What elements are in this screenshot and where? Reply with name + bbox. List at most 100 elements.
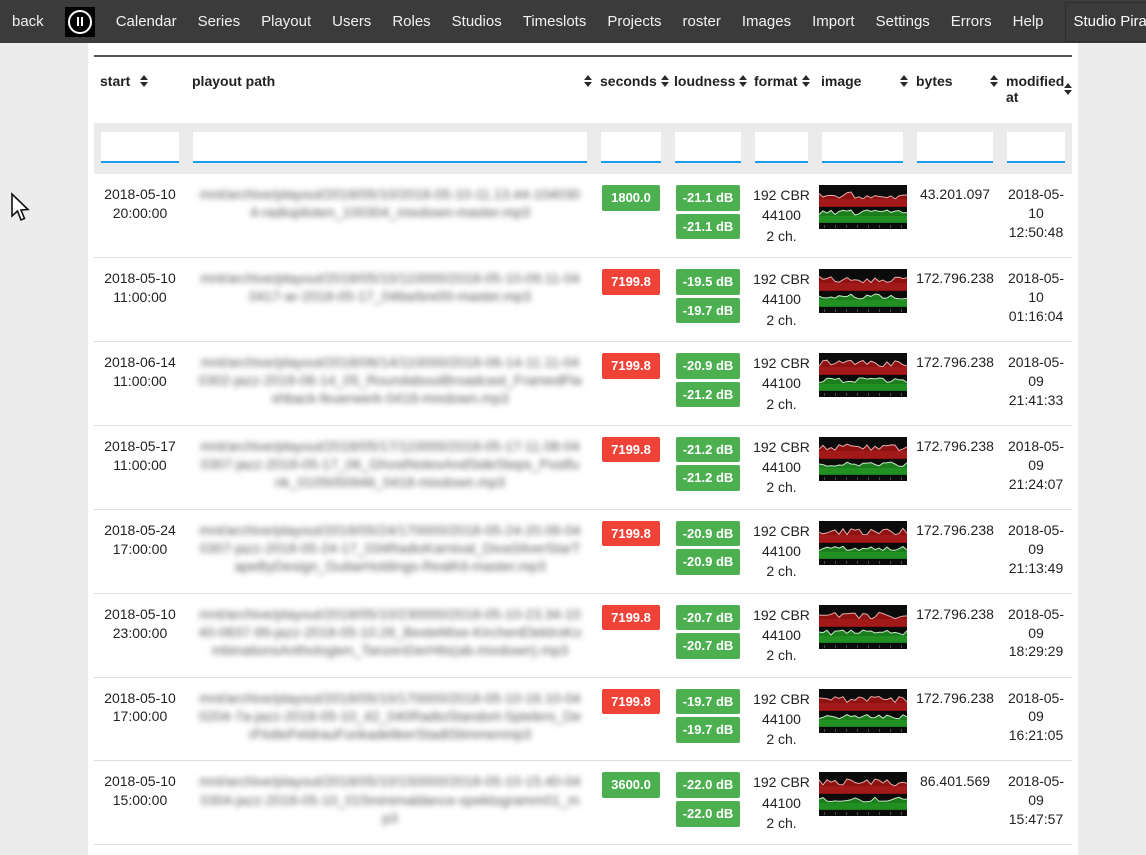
waveform-thumbnail[interactable]	[819, 521, 907, 570]
modified-date: 2018-05-09	[1003, 689, 1069, 727]
playout-path-cell: mnt/archive/playout/2018/06/14/110000/20…	[186, 341, 594, 425]
nav-item-users[interactable]: Users	[332, 13, 371, 30]
waveform-thumbnail[interactable]	[819, 269, 907, 318]
nav-item-roster[interactable]: roster	[683, 13, 721, 30]
format-cell: 192 CBR441002 ch.	[748, 593, 815, 677]
playout-table: start playout path seconds loudness form…	[94, 55, 1072, 855]
sort-icon[interactable]	[900, 75, 908, 87]
modified-time: 18:29:29	[1003, 642, 1069, 661]
format-cell: 192 CBR441002 ch.	[748, 845, 815, 855]
nav-item-settings[interactable]: Settings	[876, 13, 930, 30]
start-cell: 2018-05-10 15:00:00	[94, 761, 186, 845]
filter-input-bytes[interactable]	[917, 132, 993, 163]
studio-select-value: Studio Piradio	[1074, 13, 1146, 30]
image-cell	[815, 174, 910, 257]
filter-input-format[interactable]	[755, 132, 808, 163]
back-button[interactable]: back	[12, 13, 44, 30]
studio-select[interactable]: Studio Piradio	[1065, 2, 1146, 42]
sort-icon[interactable]	[1064, 83, 1072, 95]
pause-icon	[68, 10, 92, 34]
nav-item-errors[interactable]: Errors	[951, 13, 992, 30]
sort-icon[interactable]	[584, 75, 592, 87]
modified-date: 2018-05-09	[1003, 772, 1069, 810]
waveform-thumbnail[interactable]	[819, 185, 907, 234]
format-line: 2 ch.	[751, 310, 812, 330]
seconds-badge: 7199.8	[602, 353, 660, 379]
sort-icon[interactable]	[739, 75, 747, 87]
start-time: 17:00:00	[97, 540, 183, 559]
format-line: 2 ch.	[751, 394, 812, 414]
waveform-thumbnail[interactable]	[819, 353, 907, 402]
playout-path-cell: mnt/archive/playout/2018/05/24/170000/20…	[186, 509, 594, 593]
bytes-value: 86.401.569	[920, 773, 990, 789]
column-header-loudness[interactable]: loudness	[668, 56, 748, 123]
nav-item-playout[interactable]: Playout	[261, 13, 311, 30]
table-row: 2018-05-10 11:00:00 mnt/archive/playout/…	[94, 258, 1072, 342]
format-line: 192 CBR	[751, 772, 812, 792]
nav-item-calendar[interactable]: Calendar	[116, 13, 177, 30]
column-header-format[interactable]: format	[748, 56, 815, 123]
filter-input-modified-at[interactable]	[1007, 132, 1065, 163]
filter-input-playout-path[interactable]	[193, 132, 587, 163]
start-date: 2018-05-10	[97, 269, 183, 288]
nav-item-studios[interactable]: Studios	[452, 13, 502, 30]
start-cell: 2018-05-10 23:00:00	[94, 593, 186, 677]
nav-item-import[interactable]: Import	[812, 13, 855, 30]
format-line: 2 ch.	[751, 813, 812, 833]
sort-icon[interactable]	[802, 75, 810, 87]
nav-item-help[interactable]: Help	[1013, 13, 1044, 30]
loudness-badge: -22.0 dB	[676, 801, 740, 827]
waveform-thumbnail[interactable]	[819, 689, 907, 738]
image-cell	[815, 677, 910, 761]
modified-time: 21:24:07	[1003, 475, 1069, 494]
column-header-seconds[interactable]: seconds	[594, 56, 668, 123]
loudness-badge: -21.1 dB	[676, 214, 740, 240]
waveform-thumbnail[interactable]	[819, 437, 907, 486]
bytes-cell: 86.399.686	[910, 845, 1000, 855]
column-header-bytes[interactable]: bytes	[910, 56, 1000, 123]
bytes-cell: 172.796.238	[910, 258, 1000, 342]
bytes-cell: 172.796.238	[910, 509, 1000, 593]
format-line: 192 CBR	[751, 437, 812, 457]
sort-icon[interactable]	[990, 75, 998, 87]
start-time: 11:00:00	[97, 372, 183, 391]
bytes-value: 172.796.238	[916, 438, 994, 454]
nav-item-timeslots[interactable]: Timeslots	[523, 13, 587, 30]
sort-icon[interactable]	[140, 75, 148, 87]
start-time: 23:00:00	[97, 624, 183, 643]
column-header-image[interactable]: image	[815, 56, 910, 123]
loudness-cell: -22.0 dB-22.0 dB	[668, 761, 748, 845]
format-cell: 192 CBR441002 ch.	[748, 341, 815, 425]
bytes-cell: 172.796.238	[910, 425, 1000, 509]
loudness-badge: -21.2 dB	[676, 382, 740, 408]
format-line: 44100	[751, 289, 812, 309]
filter-input-loudness[interactable]	[675, 132, 741, 163]
sort-icon[interactable]	[661, 75, 669, 87]
nav-item-series[interactable]: Series	[198, 13, 241, 30]
playout-path-cell: mnt/archive/playout/2018/05/10/170000/20…	[186, 677, 594, 761]
modified-date: 2018-05-09	[1003, 605, 1069, 643]
column-header-playout-path[interactable]: playout path	[186, 56, 594, 123]
bytes-value: 172.796.238	[916, 522, 994, 538]
waveform-thumbnail[interactable]	[819, 772, 907, 821]
loudness-badge: -20.9 dB	[676, 549, 740, 575]
filter-input-start[interactable]	[101, 132, 179, 163]
modified-date: 2018-05-10	[1003, 269, 1069, 307]
waveform-thumbnail[interactable]	[819, 605, 907, 654]
filter-input-image[interactable]	[822, 132, 903, 163]
column-header-modified-at[interactable]: modified at	[1000, 56, 1072, 123]
format-line: 192 CBR	[751, 185, 812, 205]
format-line: 2 ch.	[751, 729, 812, 749]
nav-item-projects[interactable]: Projects	[607, 13, 661, 30]
column-header-start[interactable]: start	[94, 56, 186, 123]
table-row: 2018-05-10 20:00:00 mnt/archive/playout/…	[94, 174, 1072, 257]
loudness-badge: -19.5 dB	[676, 269, 740, 295]
nav-item-roles[interactable]: Roles	[392, 13, 430, 30]
top-navbar: back Calendar Series Playout Users Roles Stud…	[0, 0, 1146, 43]
seconds-cell: 7199.8	[594, 509, 668, 593]
piradio-logo-icon[interactable]	[65, 7, 95, 37]
filter-input-seconds[interactable]	[601, 132, 661, 163]
playout-path-redacted-text: mnt/archive/playout/2018/05/10/110000/20…	[189, 269, 591, 305]
nav-item-images[interactable]: Images	[742, 13, 791, 30]
loudness-cell: -19.7 dB-19.7 dB	[668, 677, 748, 761]
